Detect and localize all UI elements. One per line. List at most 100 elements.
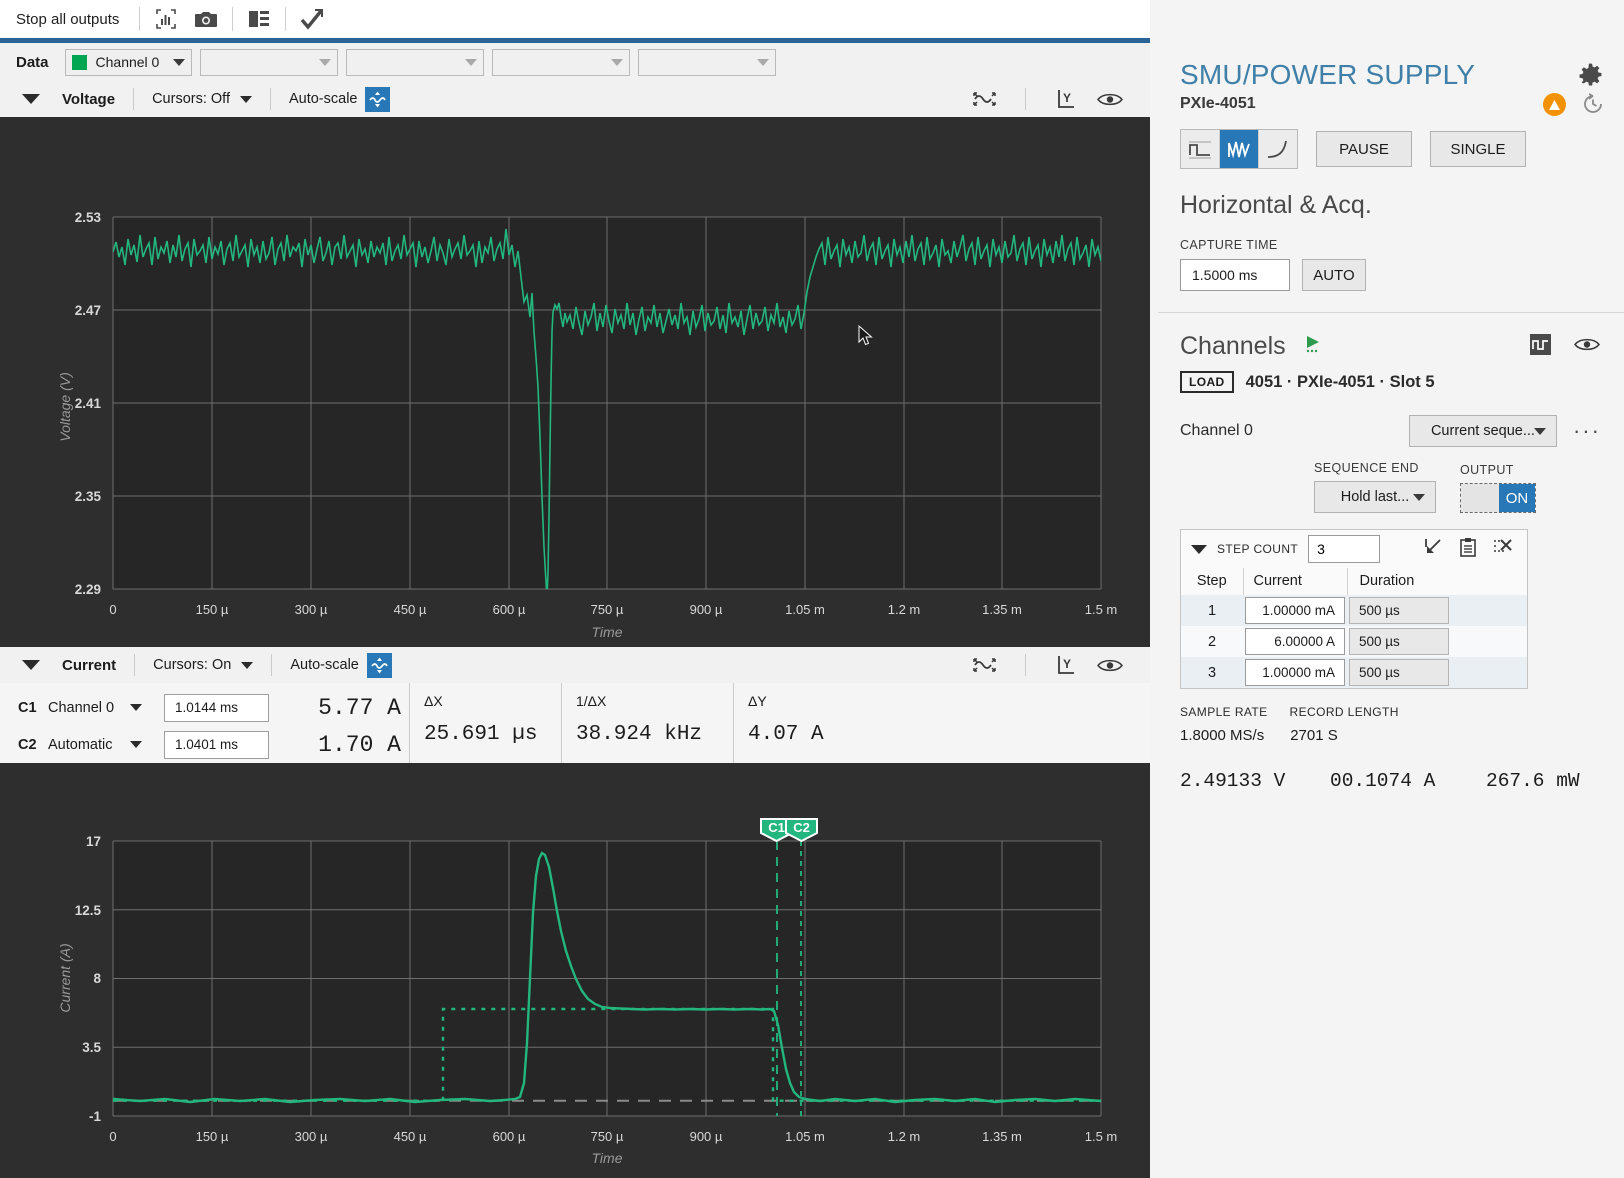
check-arrow-icon[interactable] bbox=[292, 4, 332, 34]
step-count-input[interactable]: 3 bbox=[1308, 535, 1381, 563]
run-play-icon[interactable] bbox=[1304, 334, 1326, 359]
step-current-input[interactable]: 1.00000 mA bbox=[1245, 659, 1345, 686]
chevron-down-icon bbox=[318, 58, 331, 66]
data-select-2[interactable] bbox=[199, 48, 338, 76]
fit-waveform-icon[interactable] bbox=[963, 84, 1007, 114]
current-header-icons: Y bbox=[963, 650, 1150, 680]
auto-capture-time-button[interactable]: AUTO bbox=[1302, 259, 1366, 291]
divider bbox=[134, 654, 136, 676]
svg-text:Current (A): Current (A) bbox=[57, 943, 73, 1012]
curve-mode-icon[interactable] bbox=[1259, 130, 1297, 168]
svg-text:Time: Time bbox=[592, 1150, 623, 1166]
step-panel-collapse-icon[interactable] bbox=[1191, 544, 1207, 554]
waveform-mode-icon[interactable] bbox=[1220, 130, 1259, 168]
chevron-down-icon[interactable] bbox=[239, 95, 252, 103]
eye-icon[interactable] bbox=[1088, 650, 1132, 680]
channel-mode-dropdown[interactable]: Current seque... bbox=[1408, 415, 1557, 447]
gear-icon[interactable] bbox=[1579, 63, 1602, 91]
application-window: Stop all outputs Data Channel 0 Voltage … bbox=[0, 0, 1624, 1178]
svg-text:1.5 m: 1.5 m bbox=[1085, 1129, 1118, 1144]
inverse-delta-x-group: 1/ΔX 38.924 kHz bbox=[561, 683, 733, 763]
svg-text:900 µ: 900 µ bbox=[690, 1129, 723, 1144]
channel-config-icon[interactable] bbox=[1529, 333, 1552, 361]
current-plot-header: Current Cursors: On Auto-scale Y bbox=[0, 647, 1150, 683]
svg-text:900 µ: 900 µ bbox=[690, 602, 723, 617]
cursor-c1-position[interactable]: 1.0144 ms bbox=[164, 693, 269, 722]
svg-text:12.5: 12.5 bbox=[75, 903, 102, 918]
data-select-4[interactable] bbox=[491, 48, 630, 76]
table-row[interactable]: 2 6.00000 A 500 µs bbox=[1181, 626, 1527, 657]
single-button[interactable]: SINGLE bbox=[1430, 131, 1526, 167]
voltage-collapse-icon[interactable] bbox=[22, 94, 40, 104]
y-axis-icon[interactable]: Y bbox=[1044, 84, 1088, 114]
horizontal-section-title: Horizontal & Acq. bbox=[1180, 191, 1372, 219]
svg-text:C1: C1 bbox=[768, 820, 785, 835]
voltage-cursors-label[interactable]: Cursors: Off bbox=[152, 91, 230, 107]
cursor-c2-source[interactable]: Automatic bbox=[48, 737, 130, 753]
step-duration-input[interactable]: 500 µs bbox=[1349, 597, 1449, 624]
svg-text:3.5: 3.5 bbox=[82, 1040, 101, 1055]
record-length-value: 2701 S bbox=[1290, 727, 1338, 744]
svg-text:1.05 m: 1.05 m bbox=[785, 602, 825, 617]
chevron-down-icon bbox=[756, 58, 769, 66]
table-row[interactable]: 1 1.00000 mA 500 µs bbox=[1181, 595, 1527, 626]
clear-icon[interactable] bbox=[1493, 537, 1513, 562]
voltage-autoscale-button[interactable] bbox=[365, 86, 391, 112]
stop-all-outputs-button[interactable]: Stop all outputs bbox=[14, 11, 133, 28]
step-duration-input[interactable]: 500 µs bbox=[1349, 659, 1449, 686]
cursor-c2-position[interactable]: 1.0401 ms bbox=[164, 730, 269, 759]
panel-layout-icon[interactable] bbox=[239, 4, 279, 34]
chevron-down-icon[interactable] bbox=[130, 741, 142, 748]
device-path: 4051 · PXIe-4051 · Slot 5 bbox=[1245, 372, 1435, 391]
divider bbox=[271, 654, 273, 676]
eye-icon[interactable] bbox=[1088, 84, 1132, 114]
clipboard-icon[interactable] bbox=[1459, 537, 1477, 562]
delta-x-group: ΔX 25.691 µs bbox=[409, 683, 561, 763]
camera-icon[interactable] bbox=[186, 4, 226, 34]
channels-card: Channels LOAD 4051 · PXIe-4051 · Slot 5 … bbox=[1158, 318, 1624, 818]
eye-icon[interactable] bbox=[1574, 336, 1600, 358]
load-chip[interactable]: LOAD bbox=[1180, 371, 1234, 393]
cursor-c1-source[interactable]: Channel 0 bbox=[48, 700, 130, 716]
current-collapse-icon[interactable] bbox=[22, 660, 40, 670]
instrument-panel: SMU/POWER SUPPLY PXIe-4051 PAUSE SINGLE … bbox=[1150, 0, 1624, 1178]
pulse-mode-icon[interactable] bbox=[1181, 130, 1220, 168]
table-row[interactable]: 3 1.00000 mA 500 µs bbox=[1181, 657, 1527, 688]
step-current-input[interactable]: 6.00000 A bbox=[1245, 628, 1345, 655]
import-icon[interactable] bbox=[1423, 537, 1443, 562]
current-autoscale-button[interactable] bbox=[366, 652, 392, 678]
channel-select-value: Channel 0 bbox=[95, 54, 160, 70]
measure-icon[interactable] bbox=[146, 4, 186, 34]
svg-text:600 µ: 600 µ bbox=[493, 602, 526, 617]
sequence-end-dropdown[interactable]: Hold last... bbox=[1314, 481, 1436, 513]
output-toggle[interactable]: ON bbox=[1460, 483, 1536, 513]
warning-triangle-icon[interactable] bbox=[1543, 93, 1566, 116]
step-table-header-row: Step Current Duration bbox=[1181, 568, 1527, 595]
current-chart[interactable]: 17 12.5 8 3.5 -1 Current (A) 0 150 µ 300 … bbox=[0, 763, 1150, 1178]
step-current-input[interactable]: 1.00000 mA bbox=[1245, 597, 1345, 624]
voltage-autoscale-label: Auto-scale bbox=[288, 91, 358, 107]
chevron-down-icon[interactable] bbox=[241, 661, 254, 669]
step-duration-input[interactable]: 500 µs bbox=[1349, 628, 1449, 655]
step-number: 1 bbox=[1181, 595, 1243, 626]
step-count-label: STEP COUNT bbox=[1217, 542, 1299, 556]
fit-waveform-icon[interactable] bbox=[963, 650, 1007, 680]
chevron-down-icon[interactable] bbox=[130, 704, 142, 711]
svg-text:1.2 m: 1.2 m bbox=[888, 1129, 921, 1144]
svg-text:Y: Y bbox=[1063, 657, 1071, 671]
data-select-5[interactable] bbox=[637, 48, 776, 76]
channel-select[interactable]: Channel 0 bbox=[64, 48, 192, 76]
step-panel-toolbar: STEP COUNT 3 bbox=[1181, 530, 1527, 568]
capture-time-input[interactable]: 1.5000 ms bbox=[1180, 259, 1290, 291]
ellipsis-icon[interactable]: ··· bbox=[1573, 420, 1601, 442]
svg-text:C2: C2 bbox=[793, 820, 810, 835]
cursor-c2-tag: C2 bbox=[18, 736, 37, 753]
y-axis-icon[interactable]: Y bbox=[1044, 650, 1088, 680]
pause-button[interactable]: PAUSE bbox=[1316, 131, 1412, 167]
data-selector-row: Data Channel 0 bbox=[0, 43, 1150, 81]
voltage-chart[interactable]: 2.53 2.47 2.41 2.35 2.29 Voltage (V) 0 15… bbox=[0, 117, 1150, 647]
current-cursors-label[interactable]: Cursors: On bbox=[153, 657, 231, 673]
data-select-3[interactable] bbox=[345, 48, 484, 76]
capture-time-label: CAPTURE TIME bbox=[1180, 238, 1278, 252]
history-clock-icon[interactable] bbox=[1582, 93, 1604, 120]
